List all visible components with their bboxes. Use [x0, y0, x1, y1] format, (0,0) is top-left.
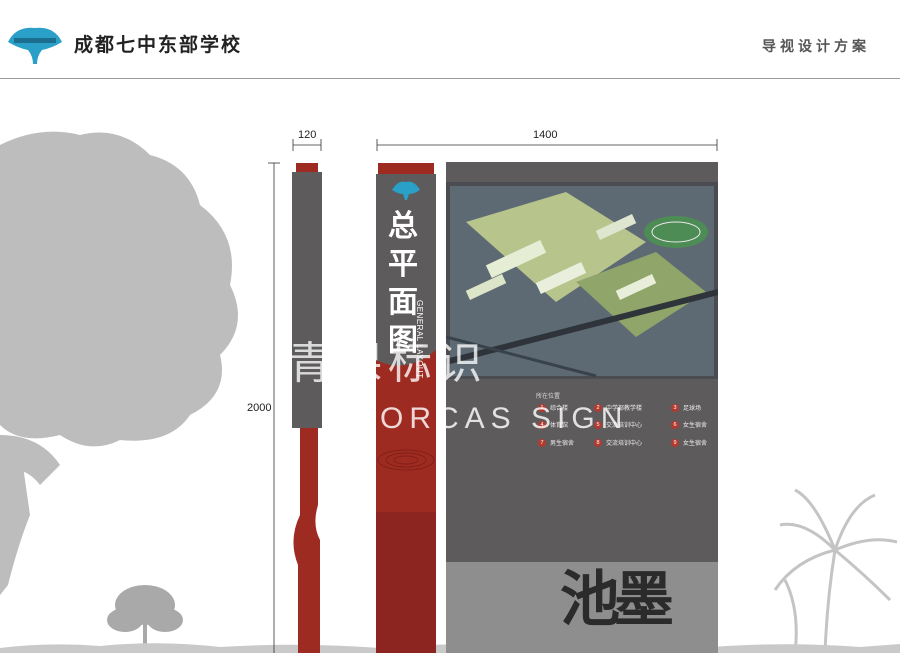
legend-item: 8 交流培训中心 — [594, 438, 642, 447]
legend-number: 8 — [594, 438, 602, 447]
sign-side-view — [292, 163, 322, 653]
legend-number: 9 — [671, 438, 679, 447]
calligraphy-text: 池墨 — [560, 565, 674, 635]
legend-label: 男生宿舍 — [550, 441, 575, 447]
dim-height: 2000 — [247, 402, 272, 414]
legend-item: 3 足球场 — [671, 403, 701, 412]
legend-number: 3 — [671, 403, 679, 412]
title-char: 平 — [388, 247, 418, 282]
legend-label: 交流培训中心 — [606, 441, 643, 447]
watermark-en: ORCAS SIGN — [380, 402, 629, 435]
legend-title: 所在位置 — [536, 394, 561, 400]
legend-number: 7 — [538, 438, 546, 447]
legend-item: 6 女生宿舍 — [671, 420, 707, 429]
dim-front-width: 1400 — [533, 129, 558, 141]
legend-item: 9 女生宿舍 — [671, 438, 707, 447]
legend-label: 女生宿舍 — [683, 441, 708, 447]
legend-label: 女生宿舍 — [683, 423, 708, 429]
watermark-cn: 青课标识 — [288, 338, 488, 389]
legend-label: 足球场 — [683, 406, 702, 412]
legend-item: 7 男生宿舍 — [538, 438, 574, 447]
title-char: 总 — [388, 209, 418, 244]
dim-side-width: 120 — [298, 129, 317, 141]
legend-number: 6 — [671, 420, 679, 429]
